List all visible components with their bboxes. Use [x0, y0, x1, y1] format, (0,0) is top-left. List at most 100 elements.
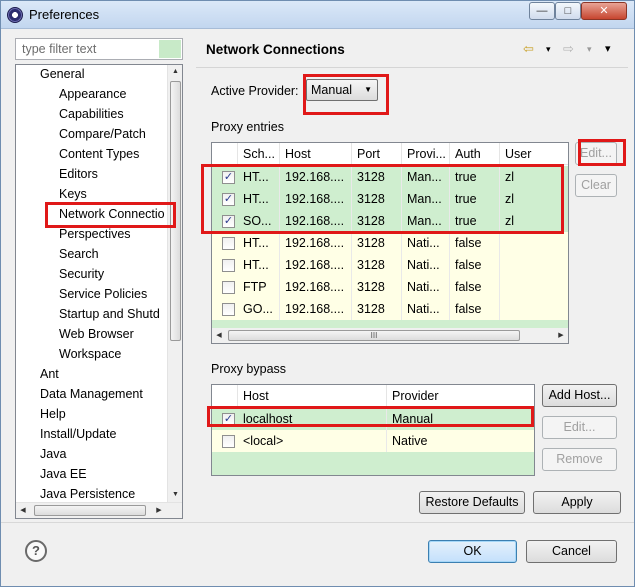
tree-item[interactable]: Web Browser — [59, 324, 134, 344]
remove-button[interactable]: Remove — [542, 448, 617, 471]
eclipse-logo-icon — [7, 7, 23, 23]
table-row[interactable]: <local> Native — [212, 430, 534, 452]
forward-arrow-icon[interactable]: ⇨ — [563, 41, 574, 57]
bypass-column-header[interactable] — [212, 385, 238, 407]
cancel-button[interactable]: Cancel — [526, 540, 617, 563]
tree-item[interactable]: Search — [59, 244, 99, 264]
tree-item[interactable]: Java — [40, 444, 66, 464]
apply-button[interactable]: Apply — [533, 491, 621, 514]
entries-clear-button[interactable]: Clear — [575, 174, 617, 197]
bypass-cell-host: localhost — [238, 408, 387, 430]
bypass-column-header[interactable]: Host — [238, 385, 387, 407]
forward-menu-chevron-icon[interactable]: ▾ — [587, 41, 592, 57]
entries-scroll-left-icon[interactable]: ◀ — [212, 328, 226, 343]
tree-item[interactable]: Appearance — [59, 84, 126, 104]
preferences-window: Preferences — □ ✕ Java PersistenceJava E… — [0, 0, 635, 587]
tree-item[interactable]: Service Policies — [59, 284, 147, 304]
restore-defaults-button[interactable]: Restore Defaults — [419, 491, 525, 514]
tree-horizontal-scroll-thumb[interactable] — [34, 505, 146, 516]
entry-cell-provider: Nati... — [402, 254, 450, 276]
tree-item[interactable]: Help — [40, 404, 66, 424]
tree-item[interactable]: Compare/Patch — [59, 124, 146, 144]
entry-cell-port: 3128 — [352, 210, 402, 232]
filter-input[interactable] — [20, 40, 160, 58]
unchecked-checkbox[interactable] — [222, 237, 235, 250]
table-row[interactable]: ✓ HT... 192.168.... 3128 Man... true zl — [212, 188, 568, 210]
unchecked-checkbox[interactable] — [222, 281, 235, 294]
tree-item[interactable]: Content Types — [59, 144, 139, 164]
tree-item[interactable]: Keys — [59, 184, 87, 204]
entries-scroll-thumb[interactable]: III — [228, 330, 520, 341]
tree-item[interactable]: Java EE — [40, 464, 87, 484]
entry-cell-auth: true — [450, 210, 500, 232]
scroll-right-arrow-icon[interactable]: ▶ — [152, 503, 166, 518]
checked-checkbox[interactable]: ✓ — [222, 413, 235, 426]
bypass-cell-provider: Manual — [387, 408, 534, 430]
unchecked-checkbox[interactable] — [222, 435, 235, 448]
entries-column-header[interactable]: Auth — [450, 143, 500, 165]
entries-column-header[interactable]: Sch... — [238, 143, 280, 165]
active-provider-combo[interactable]: Manual ▼ — [306, 79, 378, 101]
entries-column-header[interactable]: Port — [352, 143, 402, 165]
tree-item[interactable]: General — [40, 65, 84, 84]
checked-checkbox[interactable]: ✓ — [222, 171, 235, 184]
title-bar: Preferences — □ ✕ — [1, 1, 634, 29]
active-provider-label: Active Provider: — [211, 84, 299, 98]
close-window-button[interactable]: ✕ — [581, 2, 627, 20]
table-row[interactable]: FTP 192.168.... 3128 Nati... false — [212, 276, 568, 298]
entries-column-header[interactable]: Host — [280, 143, 352, 165]
unchecked-checkbox[interactable] — [222, 259, 235, 272]
tree-vertical-scrollbar[interactable]: ▲ ▼ — [167, 65, 182, 502]
minimize-button[interactable]: — — [529, 2, 555, 20]
unchecked-checkbox[interactable] — [222, 303, 235, 316]
scroll-up-arrow-icon[interactable]: ▲ — [168, 65, 182, 79]
window-title: Preferences — [29, 7, 100, 22]
tree-vertical-scroll-thumb[interactable] — [170, 81, 181, 341]
ok-button[interactable]: OK — [428, 540, 517, 563]
back-arrow-icon[interactable]: ⇦ — [523, 41, 534, 57]
table-row[interactable]: GO... 192.168.... 3128 Nati... false — [212, 298, 568, 320]
tree-item[interactable]: Java Persistence — [40, 484, 135, 504]
tree-item[interactable]: Data Management — [40, 384, 143, 404]
entries-edit-button[interactable]: Edit... — [575, 142, 617, 165]
entries-scroll-right-icon[interactable]: ▶ — [554, 328, 568, 343]
tree-item[interactable]: Security — [59, 264, 104, 284]
tree-horizontal-scrollbar[interactable]: ◀ ▶ — [16, 502, 182, 518]
table-row[interactable]: ✓ localhost Manual — [212, 408, 534, 430]
entries-horizontal-scrollbar[interactable]: ◀ III ▶ — [212, 327, 568, 343]
entries-column-header[interactable]: User — [500, 143, 568, 165]
help-icon[interactable]: ? — [25, 540, 47, 562]
bypass-edit-button[interactable]: Edit... — [542, 416, 617, 439]
scroll-left-arrow-icon[interactable]: ◀ — [16, 503, 30, 518]
tree-item[interactable]: Editors — [59, 164, 98, 184]
tree-item[interactable]: Ant — [40, 364, 59, 384]
table-row[interactable]: ✓ HT... 192.168.... 3128 Man... true zl — [212, 166, 568, 188]
entries-column-header[interactable]: Provi... — [402, 143, 450, 165]
table-row[interactable]: HT... 192.168.... 3128 Nati... false — [212, 254, 568, 276]
view-menu-icon[interactable]: ▾ — [605, 41, 611, 57]
tree-item[interactable]: Perspectives — [59, 224, 131, 244]
tree-item[interactable]: Install/Update — [40, 424, 116, 444]
table-filler-row — [212, 320, 568, 328]
entry-cell-user: zl — [500, 166, 568, 188]
maximize-button[interactable]: □ — [555, 2, 581, 20]
tree-item[interactable]: Network Connectio — [59, 204, 165, 224]
entries-column-header[interactable] — [212, 143, 238, 165]
scroll-down-arrow-icon[interactable]: ▼ — [168, 488, 182, 502]
table-row[interactable]: ✓ SO... 192.168.... 3128 Man... true zl — [212, 210, 568, 232]
bypass-cell-host: <local> — [238, 430, 387, 452]
tree-item[interactable]: Workspace — [59, 344, 121, 364]
bypass-cell-provider: Native — [387, 430, 534, 452]
add-host-button[interactable]: Add Host... — [542, 384, 617, 407]
bypass-column-header[interactable]: Provider — [387, 385, 534, 407]
entry-cell-provider: Nati... — [402, 276, 450, 298]
entry-cell-port: 3128 — [352, 232, 402, 254]
entry-cell-port: 3128 — [352, 254, 402, 276]
checked-checkbox[interactable]: ✓ — [222, 215, 235, 228]
tree-item[interactable]: Capabilities — [59, 104, 124, 124]
back-menu-chevron-icon[interactable]: ▾ — [546, 41, 551, 57]
clear-filter-icon[interactable] — [159, 40, 181, 58]
table-row[interactable]: HT... 192.168.... 3128 Nati... false — [212, 232, 568, 254]
tree-item[interactable]: Startup and Shutd — [59, 304, 160, 324]
checked-checkbox[interactable]: ✓ — [222, 193, 235, 206]
